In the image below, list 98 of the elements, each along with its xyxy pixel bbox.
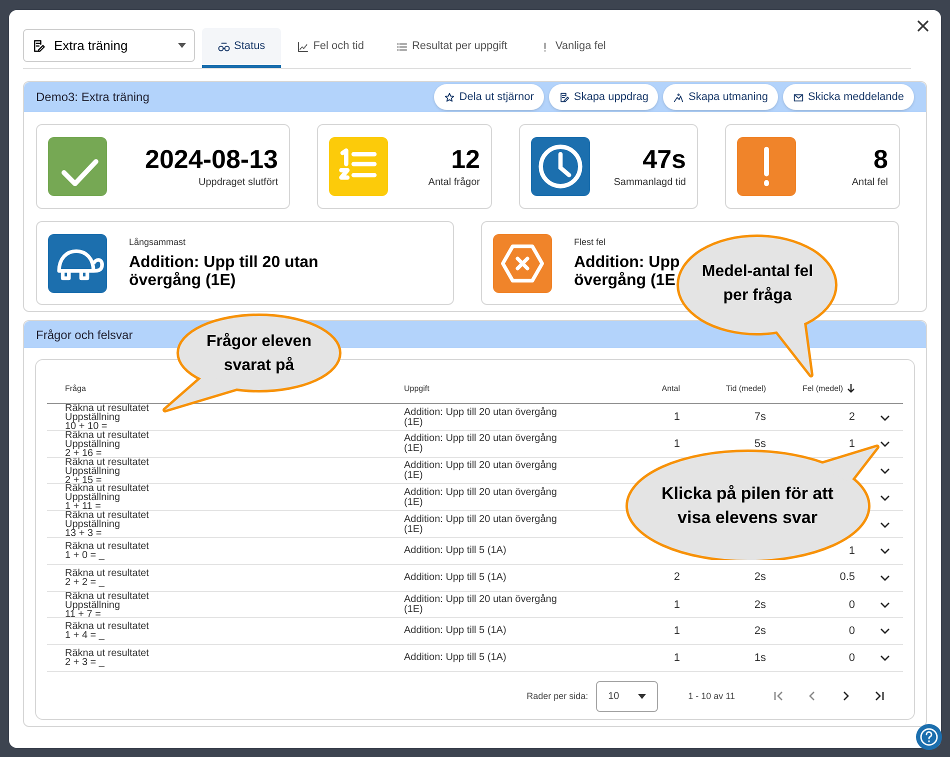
table-cell-text: Addition: Upp till 20 utan övergång (1E)	[404, 434, 558, 454]
stat-value: 8	[874, 143, 888, 175]
stat-value: 12	[451, 143, 480, 175]
stat-label: Sammanlagd tid	[614, 176, 686, 190]
table-cell-text: Addition: Upp till 20 utan övergång (1E)	[404, 488, 558, 508]
table-cell-text: 2s	[753, 624, 766, 640]
table-cell-text: 1	[848, 437, 855, 452]
stat-label: Antal frågor	[428, 176, 480, 190]
highlight-label: Flest fel	[574, 236, 607, 249]
table-cell-text: 5s	[753, 437, 766, 452]
edit-icon	[558, 92, 570, 102]
stat-value: 2024-08-13	[145, 143, 278, 175]
chevron-down-icon[interactable]	[880, 602, 890, 608]
table-cell-text: 2s	[753, 570, 766, 586]
table-cell-text: 7s	[753, 410, 766, 426]
caret-icon	[178, 43, 186, 48]
callout-text: Klicka på pilen för att visa elevens svar	[660, 483, 834, 529]
highlight-label: Långsammast	[129, 236, 187, 249]
star-icon	[444, 92, 456, 102]
table-cell-text: Räkna ut resultatet 2 + 3 = _	[64, 649, 150, 668]
table-cell-text: Addition: Upp till 5 (1A)	[404, 572, 508, 583]
table-cell-text: Addition: Upp till 5 (1A)	[404, 546, 508, 556]
table-cell-text: Addition: Upp till 5 (1A)	[404, 653, 508, 664]
stat-label: Antal fel	[852, 176, 888, 190]
table-cell-text: Räkna ut resultatet Uppställning 2 + 15 =	[64, 458, 150, 485]
tab[interactable]: Fel och tid	[281, 28, 380, 68]
caret-icon	[638, 694, 646, 699]
chevron-down-icon[interactable]	[880, 548, 890, 554]
table-cell-text: 0	[848, 624, 855, 640]
panel-title: Demo3: Extra träning	[36, 89, 150, 106]
chevron-down-icon[interactable]	[880, 468, 890, 474]
edit-icon	[32, 38, 46, 52]
action-button[interactable]: Skicka meddelande	[782, 84, 914, 110]
table-cell-text: Räkna ut resultatet Uppställning 13 + 3 =	[64, 511, 150, 538]
action-button[interactable]: Skapa utmaning	[663, 84, 778, 110]
chevron-down-icon[interactable]	[880, 522, 890, 528]
table-cell-text: Addition: Upp till 20 utan övergång (1E)	[404, 514, 558, 535]
column-header[interactable]: Fråga	[47, 382, 404, 394]
list-icon	[396, 40, 408, 52]
chevron-down-icon[interactable]	[880, 414, 890, 420]
column-header[interactable]: Tid (medel)	[680, 382, 766, 394]
highlight-title: Addition: Upp övergång (1E	[574, 254, 680, 290]
table-cell-text: Räkna ut resultatet Uppställning 11 + 7 =	[64, 592, 150, 619]
sort-arrow-icon[interactable]	[847, 384, 855, 393]
table-cell-text: Räkna ut resultatet Uppställning 1 + 11 =	[64, 484, 150, 512]
table-cell-text: 2s	[753, 598, 766, 613]
last-page-icon[interactable]	[874, 690, 886, 702]
table-cell-text: 0.5	[838, 570, 855, 586]
table-cell-text: 0	[848, 598, 855, 613]
table-cell-text: Räkna ut resultatet 1 + 0 = _	[64, 542, 150, 560]
callout-text: Frågor eleven svarat på	[206, 332, 312, 376]
page-range: 1 - 10 av 11	[688, 690, 735, 703]
rows-per-page-label: Rader per sida:	[526, 690, 588, 703]
tab[interactable]: Resultat per uppgift	[380, 28, 524, 68]
table-cell-text: 1s	[753, 650, 766, 666]
table-cell-text: Addition: Upp till 5 (1A)	[404, 626, 508, 636]
chevron-down-icon[interactable]	[880, 494, 890, 501]
mail-icon	[792, 92, 804, 102]
tab[interactable]: Status	[202, 28, 282, 68]
highlight-title: Addition: Upp till 20 utan övergång (1E)	[129, 254, 318, 290]
table-cell-text: 1	[672, 437, 680, 452]
stat-label: Uppdraget slutfört	[198, 176, 278, 190]
column-header[interactable]: Uppgift	[404, 382, 604, 394]
chevron-down-icon[interactable]	[880, 441, 890, 448]
action-button[interactable]: Skapa uppdrag	[548, 84, 658, 110]
table-cell-text: 0	[848, 650, 855, 666]
table-cell-text: Addition: Upp till 20 utan övergång (1E)	[404, 408, 558, 428]
assignment-dropdown[interactable]: Extra träning	[23, 29, 195, 62]
table-cell-text: Räkna ut resultatet Uppställning 2 + 16 =	[64, 430, 150, 458]
first-page-icon[interactable]	[772, 690, 784, 702]
table-cell-text: Räkna ut resultatet Uppställning 10 + 10 =	[64, 404, 150, 431]
column-header[interactable]: Antal	[604, 382, 680, 394]
table-cell-text: Addition: Upp till 20 utan övergång (1E)	[404, 461, 558, 482]
figure-icon	[673, 92, 684, 102]
table-cell-text: 1	[672, 624, 680, 640]
chart-icon	[297, 40, 310, 52]
table-cell-text: Räkna ut resultatet 1 + 4 = _	[64, 622, 150, 640]
table-cell-text: 2	[672, 570, 680, 586]
stat-value: 47s	[642, 143, 686, 175]
table-cell-text: 1	[672, 598, 680, 613]
close-icon[interactable]	[917, 20, 929, 32]
help-button[interactable]	[915, 723, 943, 751]
table-cell-text: 1	[848, 544, 855, 559]
tab[interactable]: Vanliga fel	[523, 28, 622, 68]
callout-text: Medel-antal fel per fråga	[700, 262, 814, 306]
table-cell-text: Räkna ut resultatet 2 + 2 = _	[64, 568, 150, 587]
panel-title: Frågor och felsvar	[36, 326, 133, 344]
table-cell-text: 1	[672, 650, 680, 666]
rows-per-page-select[interactable]: 10	[596, 680, 658, 712]
action-button[interactable]: Dela ut stjärnor	[434, 84, 544, 110]
column-header[interactable]: Fel (medel)	[802, 382, 843, 394]
chevron-down-icon[interactable]	[880, 655, 890, 662]
binoculars-icon	[218, 40, 230, 52]
chevron-down-icon[interactable]	[880, 628, 890, 634]
table-cell-text: Addition: Upp till 20 utan övergång (1E)	[404, 595, 558, 616]
table-cell-text: 1	[672, 410, 680, 426]
table-cell-text: 2	[848, 410, 855, 426]
chevron-down-icon[interactable]	[880, 574, 890, 581]
